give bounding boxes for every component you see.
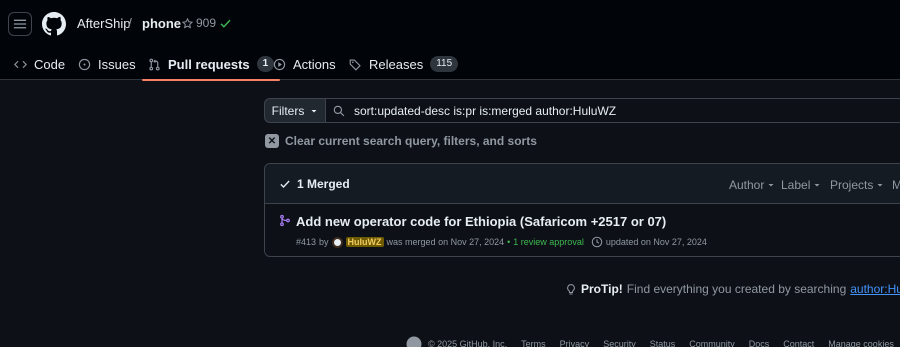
label-filter[interactable]: Label	[781, 178, 821, 192]
projects-filter-label: Projects	[830, 178, 874, 192]
merged-filter[interactable]: 1 Merged	[279, 177, 350, 191]
footer-link-cookies[interactable]: Manage cookies	[828, 339, 894, 347]
code-icon	[14, 60, 27, 68]
issue-opened-icon	[78, 58, 91, 70]
git-merge-icon	[280, 214, 290, 227]
tab-issues[interactable]: Issues	[78, 48, 136, 80]
bullet-separator: •	[507, 237, 511, 247]
tab-counter: 1	[256, 56, 275, 72]
label-filter-label: Label	[781, 178, 811, 192]
footer-link-community[interactable]: Community	[689, 339, 735, 347]
filters-button[interactable]: Filters	[264, 98, 326, 123]
star-count[interactable]: 909	[182, 16, 216, 30]
pr-by: by	[319, 237, 329, 247]
footer-link-privacy[interactable]: Privacy	[560, 339, 590, 347]
repo-name-link[interactable]: phone	[142, 16, 181, 31]
pr-meta: #413 by HuluWZ was merged on Nov 27, 202…	[296, 236, 707, 248]
play-icon	[273, 58, 286, 70]
footer-link-status[interactable]: Status	[650, 339, 676, 347]
protip: ProTip! Find everything you created by s…	[565, 282, 900, 296]
star-icon	[182, 17, 193, 28]
tab-label: Actions	[293, 56, 336, 72]
footer-link-contact[interactable]: Contact	[783, 339, 814, 347]
clock-icon	[591, 236, 603, 248]
tab-label: Pull requests	[168, 56, 250, 72]
author-filter-label: Author	[729, 178, 765, 192]
pr-number: #413	[296, 237, 317, 247]
tab-releases[interactable]: Releases 115	[349, 48, 459, 80]
footer-link-security[interactable]: Security	[603, 339, 636, 347]
tag-icon	[349, 58, 361, 71]
protip-label: ProTip!	[581, 282, 623, 296]
pr-merged-date: was merged on Nov 27, 2024	[386, 237, 505, 247]
merged-count-label: 1 Merged	[297, 177, 350, 191]
pr-list-header: 1 Merged Author Label Projects M	[265, 164, 900, 204]
git-pull-request-icon	[149, 58, 160, 70]
clear-search-link[interactable]: ✕ Clear current search query, filters, a…	[265, 134, 537, 148]
triangle-down-icon	[311, 109, 317, 112]
tab-pull-requests[interactable]: Pull requests 1	[141, 48, 281, 81]
pr-list: 1 Merged Author Label Projects M Add new…	[264, 163, 900, 257]
search-field[interactable]	[325, 98, 900, 123]
clear-label: Clear current search query, filters, and…	[285, 134, 537, 148]
pr-row: Add new operator code for Ethiopia (Safa…	[265, 204, 900, 257]
tab-label: Code	[34, 56, 66, 72]
search-input[interactable]	[354, 103, 854, 118]
light-bulb-icon	[567, 283, 575, 295]
review-status-link[interactable]: 1 review approval	[513, 237, 584, 247]
check-icon	[280, 180, 290, 188]
footer-link-terms[interactable]: Terms	[521, 339, 546, 347]
copyright-text: © 2025 GitHub, Inc.	[428, 339, 508, 347]
projects-filter[interactable]: Projects	[830, 178, 884, 192]
milestones-filter-label: M	[892, 178, 900, 192]
triangle-down-icon	[877, 184, 883, 187]
tab-code[interactable]: Code	[14, 48, 65, 80]
tab-actions[interactable]: Actions	[273, 48, 336, 80]
author-filter[interactable]: Author	[729, 178, 775, 192]
path-separator: /	[128, 15, 132, 31]
repo-owner-link[interactable]: AfterShip	[77, 16, 130, 31]
triangle-down-icon	[814, 184, 820, 187]
footer: © 2025 GitHub, Inc. Terms Privacy Securi…	[406, 336, 894, 347]
check-icon	[220, 19, 231, 28]
footer-copyright: © 2025 GitHub, Inc.	[406, 336, 507, 347]
tab-counter: 115	[430, 56, 459, 72]
search-icon	[333, 105, 345, 116]
repo-nav: Code Issues Pull requests 1 Actions Rele…	[0, 48, 900, 81]
github-logo-icon[interactable]	[42, 12, 66, 36]
avatar[interactable]	[331, 236, 343, 248]
protip-link[interactable]: author:HuluWZ	[850, 282, 900, 296]
triangle-down-icon	[768, 184, 774, 187]
global-header: AfterShip / phone 909 Code Issues Pull r…	[0, 0, 900, 81]
milestones-filter[interactable]: M	[892, 178, 900, 192]
menu-button[interactable]	[8, 12, 32, 36]
protip-text: Find everything you created by searching	[626, 282, 847, 296]
pr-updated-date: updated on Nov 27, 2024	[605, 237, 707, 247]
pr-author-link[interactable]: HuluWZ	[345, 237, 384, 247]
filters-label: Filters	[271, 103, 305, 118]
footer-link-docs[interactable]: Docs	[749, 339, 770, 347]
github-mark-icon	[406, 336, 422, 347]
hamburger-icon	[13, 19, 27, 29]
pr-title-link[interactable]: Add new operator code for Ethiopia (Safa…	[296, 214, 666, 229]
x-icon: ✕	[265, 134, 279, 148]
tab-label: Releases	[369, 56, 424, 72]
tab-label: Issues	[98, 56, 136, 72]
star-count-value: 909	[196, 16, 217, 30]
